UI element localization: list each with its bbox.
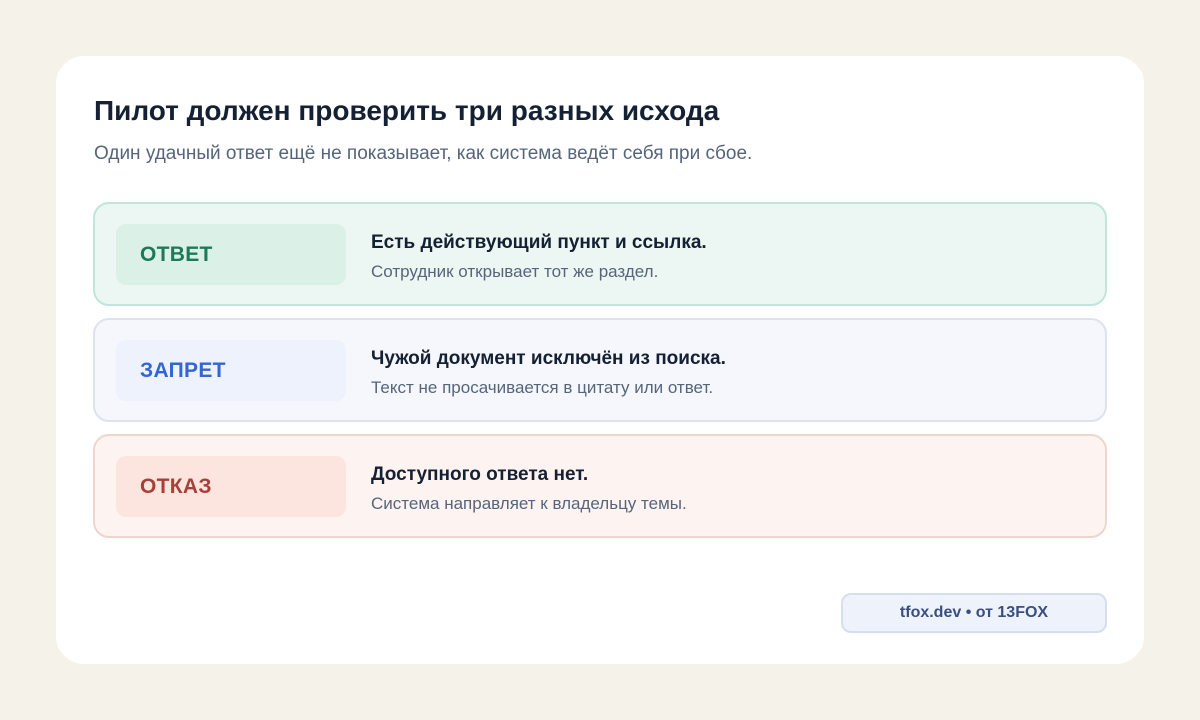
outcome-refusal-title: Доступного ответа нет.: [371, 464, 589, 485]
outcome-ban-description: Текст не просачивается в цитату или отве…: [371, 378, 714, 397]
outcome-refusal-tag: ОТКАЗ: [116, 456, 346, 517]
outcome-ban: ЗАПРЕТ Чужой документ исключён из поиска…: [93, 318, 1107, 422]
outcome-answer-tag: ОТВЕТ: [116, 224, 346, 285]
outcome-list: ОТВЕТ Есть действующий пункт и ссылка. С…: [93, 202, 1107, 550]
page-subtitle: Один удачный ответ ещё не показывает, ка…: [94, 143, 753, 164]
slide-card: Пилот должен проверить три разных исхода…: [56, 56, 1144, 664]
outcome-answer: ОТВЕТ Есть действующий пункт и ссылка. С…: [93, 202, 1107, 306]
page-title: Пилот должен проверить три разных исхода: [94, 95, 720, 126]
outcome-answer-title: Есть действующий пункт и ссылка.: [371, 232, 707, 253]
outcome-ban-title: Чужой документ исключён из поиска.: [371, 348, 726, 369]
credit-badge: tfox.dev • от 13FOX: [841, 593, 1107, 633]
outcome-ban-tag: ЗАПРЕТ: [116, 340, 346, 401]
outcome-refusal: ОТКАЗ Доступного ответа нет. Система нап…: [93, 434, 1107, 538]
outcome-answer-description: Сотрудник открывает тот же раздел.: [371, 262, 659, 281]
outcome-refusal-description: Система направляет к владельцу темы.: [371, 494, 687, 513]
